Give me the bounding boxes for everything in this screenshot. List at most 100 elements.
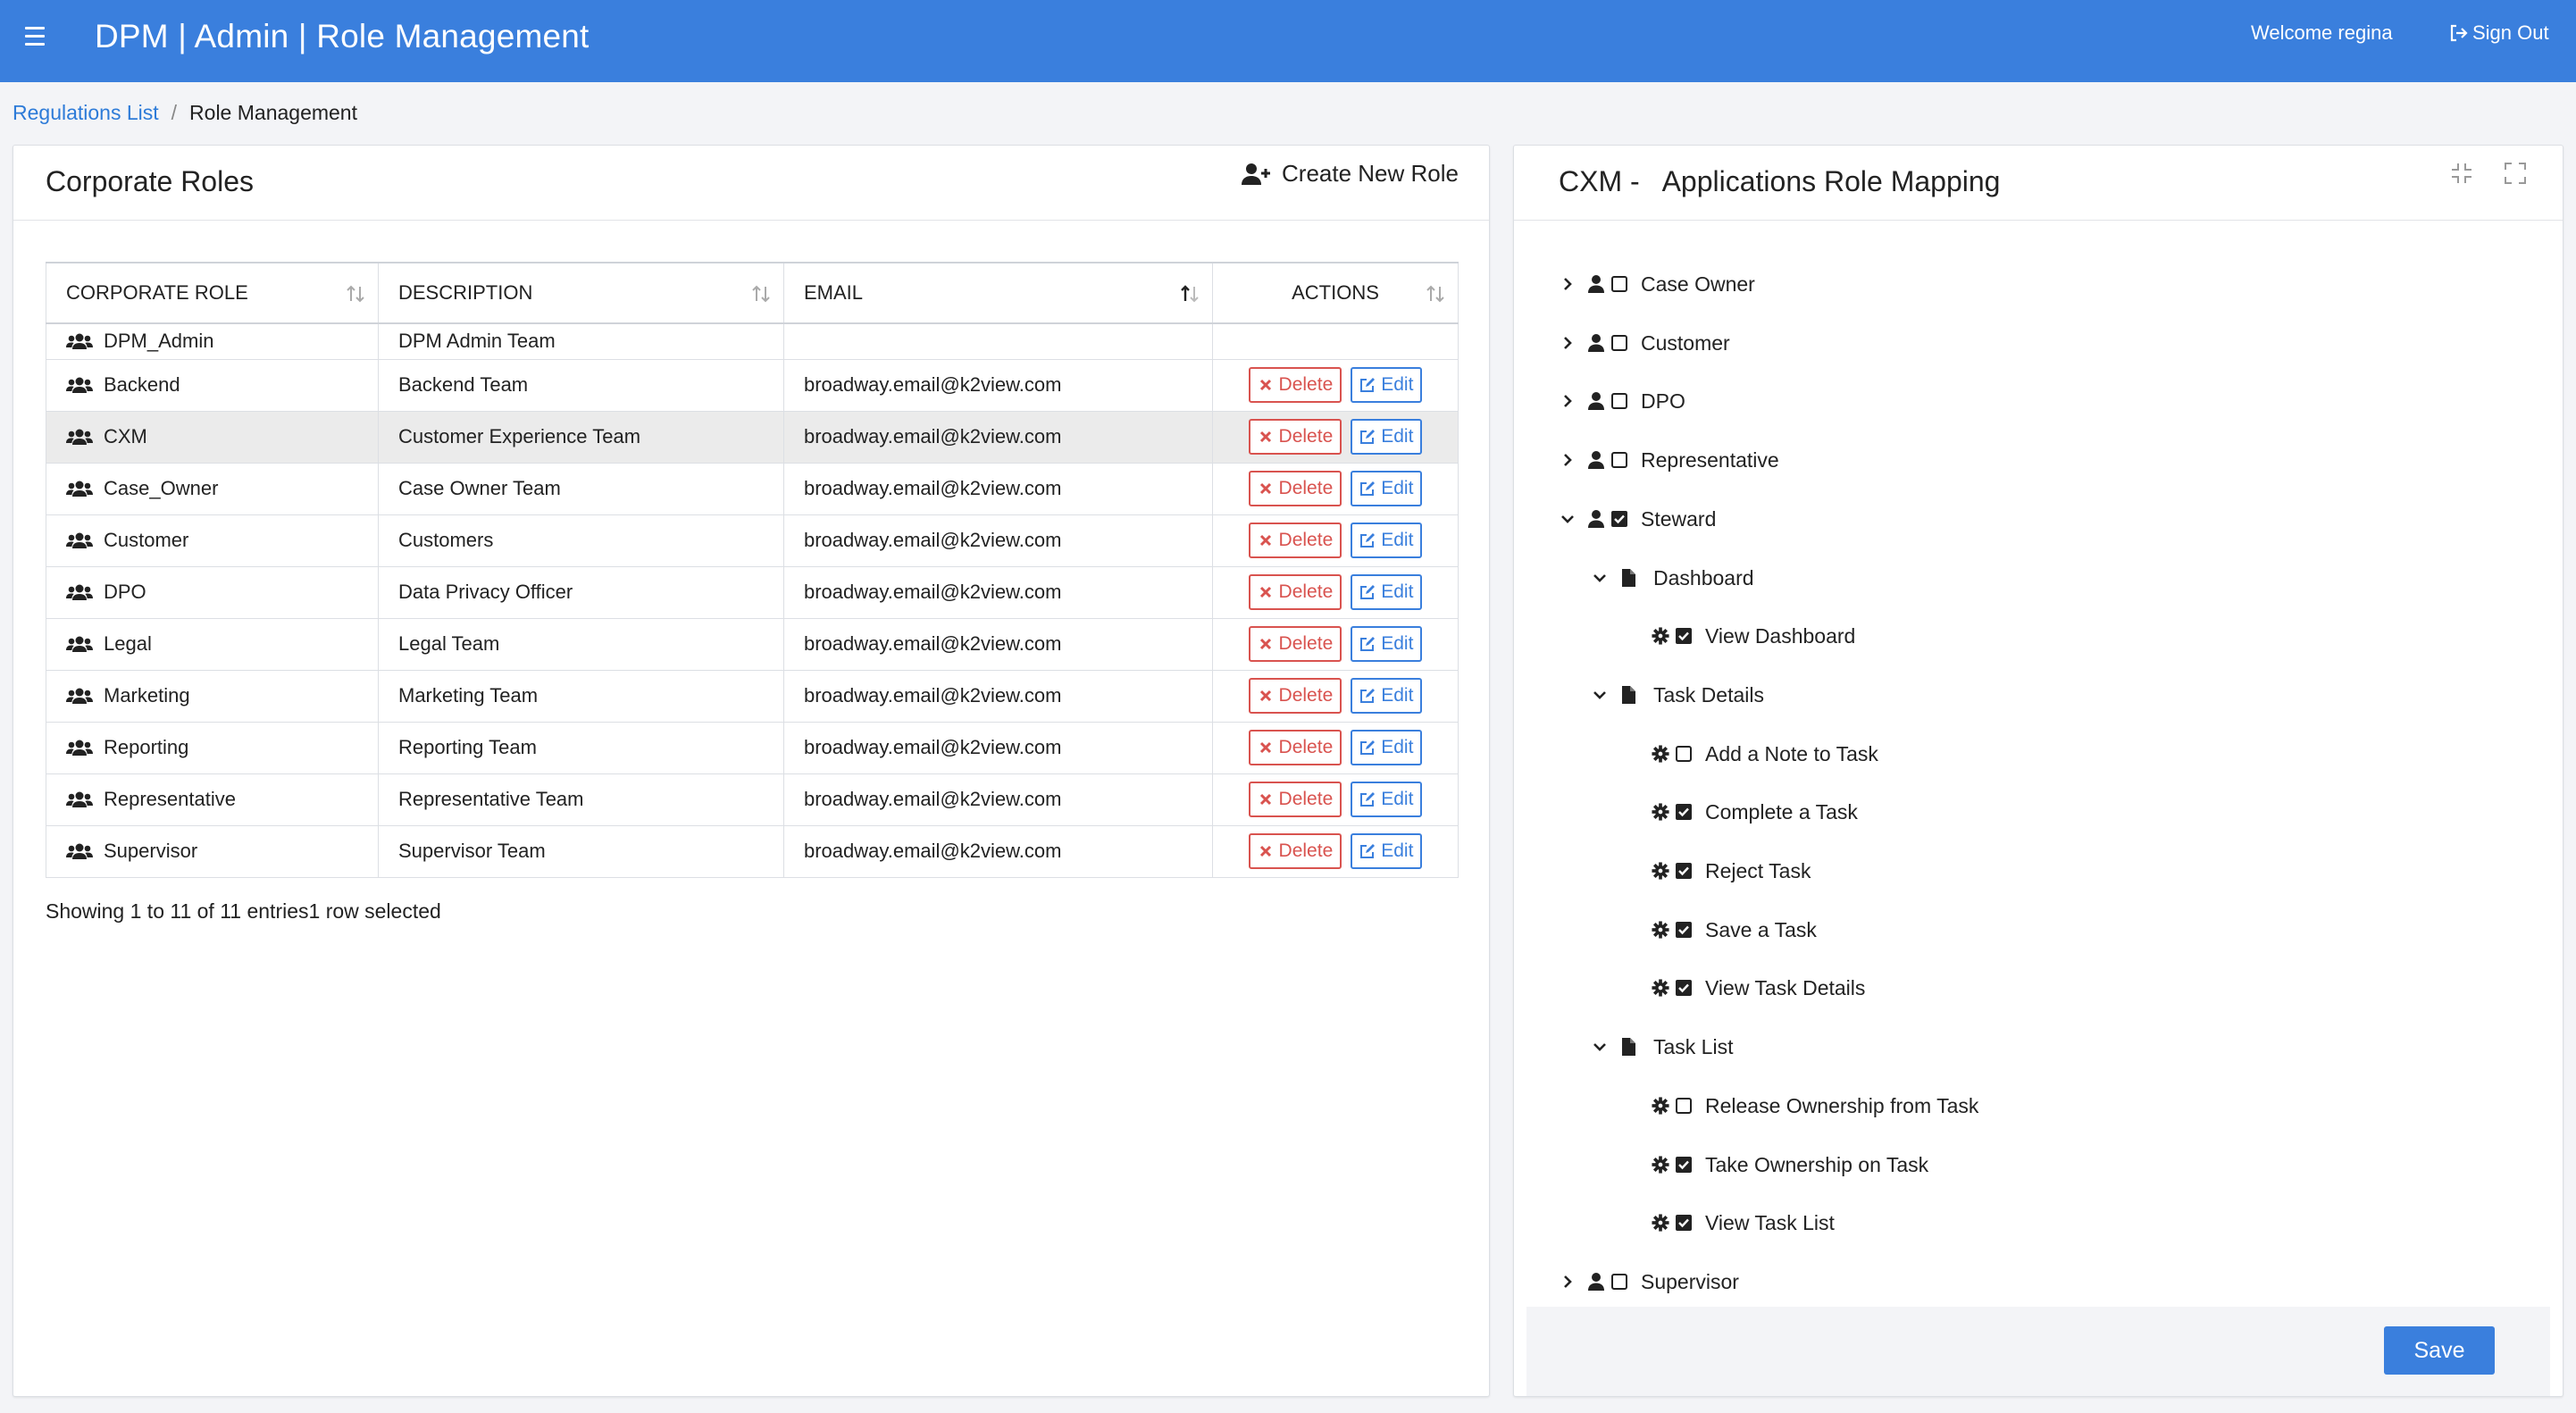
- table-row[interactable]: Legal Legal Team broadway.email@k2view.com…: [46, 617, 1459, 671]
- delete-button[interactable]: Delete: [1248, 833, 1342, 869]
- column-header-description[interactable]: DESCRIPTION: [378, 262, 784, 324]
- delete-button[interactable]: Delete: [1248, 626, 1342, 662]
- delete-label: Delete: [1278, 633, 1334, 654]
- tree-node[interactable]: View Task Details: [1652, 974, 1865, 1001]
- create-new-role-button[interactable]: Create New Role: [1241, 160, 1459, 188]
- tree-node[interactable]: Complete a Task: [1652, 798, 1858, 825]
- app-title: DPM | Admin | Role Management: [95, 18, 590, 54]
- checkbox-checked[interactable]: [1675, 1156, 1693, 1174]
- delete-button[interactable]: Delete: [1248, 730, 1342, 765]
- table-row[interactable]: Backend Backend Team broadway.email@k2view…: [46, 358, 1459, 412]
- chevron-right-icon[interactable]: [1559, 275, 1577, 293]
- delete-button[interactable]: Delete: [1248, 678, 1342, 714]
- column-header-actions[interactable]: ACTIONS: [1212, 262, 1459, 324]
- table-row[interactable]: Customer Customers broadway.email@k2view.c…: [46, 514, 1459, 567]
- tree-node[interactable]: DPO: [1559, 388, 1685, 414]
- breadcrumb-link-regulations[interactable]: Regulations List: [13, 101, 159, 125]
- delete-button[interactable]: Delete: [1248, 574, 1342, 610]
- table-row[interactable]: CXM Customer Experience Team broadway.emai…: [46, 410, 1459, 464]
- checkbox-unchecked[interactable]: [1610, 451, 1628, 469]
- table-row[interactable]: Supervisor Supervisor Team broadway.email@…: [46, 824, 1459, 878]
- checkbox-unchecked[interactable]: [1675, 745, 1693, 763]
- file-icon: [1622, 685, 1635, 704]
- tree-node[interactable]: Representative: [1559, 447, 1779, 473]
- delete-button[interactable]: Delete: [1248, 523, 1342, 558]
- checkbox-checked[interactable]: [1610, 510, 1628, 528]
- delete-button[interactable]: Delete: [1248, 367, 1342, 403]
- chevron-down-icon[interactable]: [1559, 510, 1577, 528]
- gear-icon: [1652, 862, 1669, 880]
- cell-actions: Delete Edit: [1212, 617, 1459, 671]
- checkbox-checked[interactable]: [1675, 627, 1693, 645]
- tree-node[interactable]: Dashboard: [1591, 564, 1754, 591]
- tree-node[interactable]: Take Ownership on Task: [1652, 1151, 1928, 1178]
- edit-button[interactable]: Edit: [1351, 367, 1423, 403]
- edit-button[interactable]: Edit: [1351, 782, 1423, 817]
- tree-node[interactable]: Task Details: [1591, 681, 1764, 708]
- sign-out-button[interactable]: Sign Out: [2449, 21, 2549, 45]
- tree-node[interactable]: Supervisor: [1559, 1268, 1739, 1295]
- checkbox-checked[interactable]: [1675, 921, 1693, 939]
- cell-description: DPM Admin Team: [378, 322, 784, 360]
- tree-node[interactable]: Customer: [1559, 330, 1730, 356]
- delete-button[interactable]: Delete: [1248, 782, 1342, 817]
- user-icon: [1588, 392, 1604, 411]
- chevron-right-icon[interactable]: [1559, 334, 1577, 352]
- tree-node[interactable]: Save a Task: [1652, 916, 1817, 943]
- edit-button[interactable]: Edit: [1351, 833, 1423, 869]
- edit-button[interactable]: Edit: [1351, 730, 1423, 765]
- checkbox-unchecked[interactable]: [1610, 275, 1628, 293]
- chevron-right-icon[interactable]: [1559, 451, 1577, 469]
- tree-node[interactable]: View Task List: [1652, 1209, 1835, 1236]
- tree-node[interactable]: Steward: [1559, 506, 1716, 532]
- cell-actions: Delete Edit: [1212, 410, 1459, 464]
- edit-button[interactable]: Edit: [1351, 523, 1423, 558]
- edit-button[interactable]: Edit: [1351, 419, 1423, 455]
- tree-node[interactable]: Case Owner: [1559, 271, 1755, 297]
- users-icon: [66, 688, 93, 704]
- menu-icon[interactable]: [25, 27, 45, 52]
- chevron-down-icon[interactable]: [1591, 686, 1609, 704]
- edit-button[interactable]: Edit: [1351, 626, 1423, 662]
- breadcrumb-current: Role Management: [189, 101, 357, 124]
- delete-button[interactable]: Delete: [1248, 419, 1342, 455]
- edit-button[interactable]: Edit: [1351, 678, 1423, 714]
- chevron-right-icon[interactable]: [1559, 392, 1577, 410]
- checkbox-unchecked[interactable]: [1675, 1097, 1693, 1115]
- save-button[interactable]: Save: [2384, 1326, 2495, 1375]
- column-header-email[interactable]: EMAIL: [783, 262, 1213, 324]
- table-row[interactable]: DPO Data Privacy Officer broadway.email@k2…: [46, 565, 1459, 619]
- checkbox-checked[interactable]: [1675, 862, 1693, 880]
- tree-node[interactable]: View Dashboard: [1652, 623, 1855, 649]
- table-row[interactable]: Marketing Marketing Team broadway.email@k2…: [46, 669, 1459, 723]
- collapse-icon[interactable]: [2450, 162, 2473, 185]
- table-row[interactable]: Representative Representative Team broadwa…: [46, 773, 1459, 826]
- checkbox-checked[interactable]: [1675, 803, 1693, 821]
- tree-node[interactable]: Task List: [1591, 1033, 1733, 1060]
- delete-button[interactable]: Delete: [1248, 471, 1342, 506]
- delete-label: Delete: [1278, 581, 1334, 602]
- edit-button[interactable]: Edit: [1351, 574, 1423, 610]
- column-header-role[interactable]: CORPORATE ROLE: [46, 262, 379, 324]
- chevron-right-icon[interactable]: [1559, 1273, 1577, 1291]
- chevron-down-icon[interactable]: [1591, 569, 1609, 587]
- expand-icon[interactable]: [2504, 162, 2527, 185]
- tree-node[interactable]: Add a Note to Task: [1652, 740, 1878, 767]
- checkbox-unchecked[interactable]: [1610, 1273, 1628, 1291]
- table-row[interactable]: Case_Owner Case Owner Team broadway.email@…: [46, 462, 1459, 515]
- chevron-down-icon[interactable]: [1591, 1038, 1609, 1056]
- sort-asc-icon: [1181, 285, 1199, 303]
- cell-role: CXM: [46, 410, 379, 464]
- cell-email: broadway.email@k2view.com: [783, 773, 1213, 826]
- tree-node-label: DPO: [1641, 389, 1685, 414]
- checkbox-checked[interactable]: [1675, 979, 1693, 997]
- tree-node[interactable]: Release Ownership from Task: [1652, 1092, 1978, 1119]
- file-icon: [1622, 568, 1635, 587]
- checkbox-checked[interactable]: [1675, 1214, 1693, 1232]
- table-row[interactable]: Reporting Reporting Team broadway.email@k2…: [46, 721, 1459, 774]
- edit-button[interactable]: Edit: [1351, 471, 1423, 506]
- checkbox-unchecked[interactable]: [1610, 392, 1628, 410]
- tree-node[interactable]: Reject Task: [1652, 857, 1811, 884]
- table-row[interactable]: DPM_Admin DPM Admin Team: [46, 322, 1459, 360]
- checkbox-unchecked[interactable]: [1610, 334, 1628, 352]
